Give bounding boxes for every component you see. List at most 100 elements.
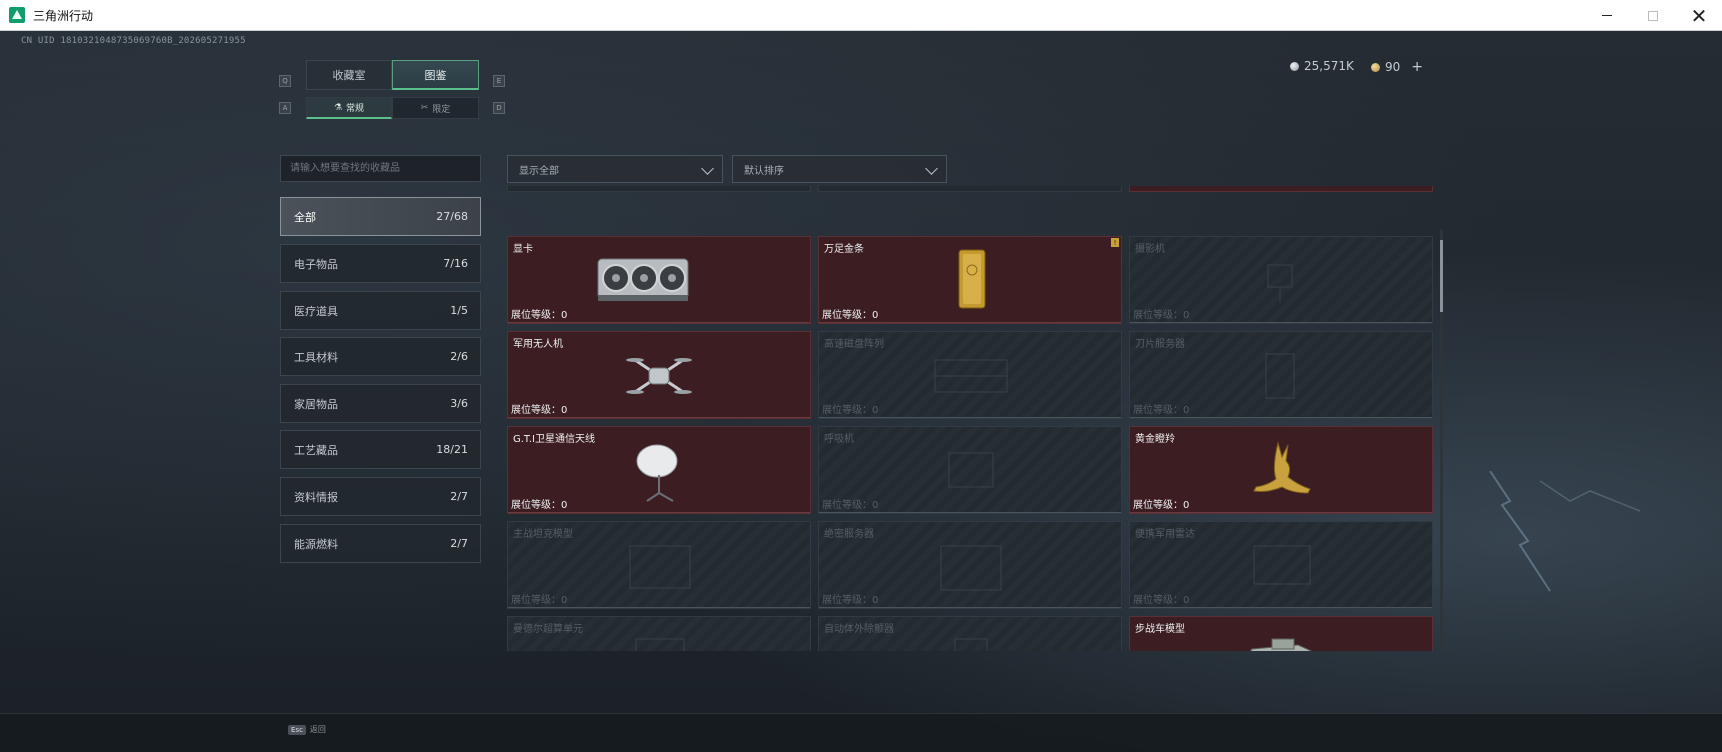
tank-model-icon xyxy=(629,545,691,589)
category-count: 7/16 xyxy=(443,257,468,270)
show-filter-dropdown[interactable]: 显示全部 xyxy=(507,155,723,183)
level-label: 展位等级： xyxy=(511,310,561,321)
item-name: G.T.I卫星通信天线 xyxy=(513,434,595,445)
back-label: 返回 xyxy=(309,725,326,734)
level-label: 展位等级： xyxy=(511,595,561,606)
item-level: 0 xyxy=(1183,595,1190,606)
satellite-dish-icon xyxy=(636,444,678,502)
card-divider xyxy=(1130,417,1432,418)
level-label: 展位等级： xyxy=(1133,405,1183,416)
limited-icon: ✂ xyxy=(420,103,429,113)
sort-dropdown[interactable]: 默认排序 xyxy=(732,155,947,183)
minimize-icon xyxy=(1602,15,1612,16)
level-label: 展位等级： xyxy=(822,310,872,321)
item-name: 呼吸机 xyxy=(824,434,854,445)
window-title: 三角洲行动 xyxy=(33,8,94,23)
item-level: 0 xyxy=(561,500,568,511)
tab-codex[interactable]: 图鉴 xyxy=(392,60,479,90)
subtab-label: 限定 xyxy=(432,104,451,115)
item-name: 军用无人机 xyxy=(513,339,563,350)
partial-card xyxy=(507,186,811,192)
item-card-ventilator[interactable]: 呼吸机 展位等级：0 xyxy=(818,426,1122,514)
level-label: 展位等级： xyxy=(822,500,872,511)
item-card-defibrillator[interactable]: 自动体外除颤器 展位等级：0 xyxy=(818,616,1122,651)
category-count: 3/6 xyxy=(450,397,468,410)
category-household[interactable]: 家居物品 3/6 xyxy=(280,384,481,423)
category-intel[interactable]: 资料情报 2/7 xyxy=(280,477,481,516)
item-name: 刀片服务器 xyxy=(1135,339,1185,350)
ifv-model-icon xyxy=(1249,638,1313,651)
close-button[interactable]: ✕ xyxy=(1676,0,1722,31)
category-electronics[interactable]: 电子物品 7/16 xyxy=(280,244,481,283)
key-hint-e: E xyxy=(493,75,505,87)
window-titlebar: 三角洲行动 ✕ xyxy=(0,0,1722,31)
item-level: 0 xyxy=(872,405,879,416)
category-label: 能源燃料 xyxy=(294,537,338,551)
card-divider xyxy=(508,607,810,608)
category-label: 家居物品 xyxy=(294,397,338,411)
subtab-regular[interactable]: ⚗ 常规 xyxy=(306,97,392,119)
search-input[interactable] xyxy=(280,155,481,182)
gold-amount: 90 xyxy=(1385,60,1401,74)
tab-collection-room[interactable]: 收藏室 xyxy=(306,60,392,90)
item-card-tank-model[interactable]: 主战坦克模型 展位等级：0 xyxy=(507,521,811,609)
item-card-supercomputer[interactable]: 曼德尔超算单元 展位等级：0 xyxy=(507,616,811,651)
item-card-drone[interactable]: 军用无人机 展位等级：0 xyxy=(507,331,811,419)
add-currency-button[interactable]: + xyxy=(1411,59,1423,75)
level-label: 展位等级： xyxy=(1133,595,1183,606)
gpu-icon xyxy=(597,258,689,301)
item-name: 显卡 xyxy=(513,244,533,255)
item-level: 0 xyxy=(872,595,879,606)
item-card-ifv-model[interactable]: 步战车模型 展位等级：0 xyxy=(1129,616,1433,651)
item-card-radar[interactable]: 便携军用雷达 展位等级：0 xyxy=(1129,521,1433,609)
maximize-icon xyxy=(1648,10,1658,21)
minimize-button[interactable] xyxy=(1584,0,1630,31)
subtab-label: 常规 xyxy=(346,104,365,114)
card-divider xyxy=(508,322,810,323)
game-viewport: CN UID 1810321048735069760B_202605271955… xyxy=(0,31,1722,752)
item-card-server[interactable]: 绝密服务器 展位等级：0 xyxy=(818,521,1122,609)
item-card-satellite-antenna[interactable]: G.T.I卫星通信天线 展位等级：0 xyxy=(507,426,811,514)
app-logo-icon xyxy=(9,7,25,23)
level-label: 展位等级： xyxy=(511,405,561,416)
category-crafts[interactable]: 工艺藏品 18/21 xyxy=(280,430,481,469)
category-medical[interactable]: 医疗道具 1/5 xyxy=(280,291,481,330)
silver-amount: 25,571K xyxy=(1304,59,1354,73)
golden-gazelle-icon xyxy=(1253,441,1311,494)
category-tools[interactable]: 工具材料 2/6 xyxy=(280,337,481,376)
level-label: 展位等级： xyxy=(822,405,872,416)
item-level: 0 xyxy=(561,310,568,321)
item-level: 0 xyxy=(872,500,879,511)
item-name: 摄影机 xyxy=(1135,244,1165,255)
drone-icon xyxy=(626,358,692,394)
item-card-golden-gazelle[interactable]: 黄金瞪羚 展位等级：0 xyxy=(1129,426,1433,514)
item-card-gpu[interactable]: 显卡 展位等级：0 xyxy=(507,236,811,324)
sort-value: 默认排序 xyxy=(744,165,784,177)
category-label: 医疗道具 xyxy=(294,304,338,318)
key-hint-d: D xyxy=(493,102,505,114)
category-count: 18/21 xyxy=(436,443,468,456)
item-card-gold-bar[interactable]: 万足金条 ! 展位等级：0 xyxy=(818,236,1122,324)
key-hint-a: A xyxy=(279,102,291,114)
subtab-limited[interactable]: ✂ 限定 xyxy=(392,97,479,119)
partial-card xyxy=(1129,186,1433,192)
level-label: 展位等级： xyxy=(511,500,561,511)
category-all[interactable]: 全部 27/68 xyxy=(280,197,481,236)
item-card-disk-array[interactable]: 高速磁盘阵列 展位等级：0 xyxy=(818,331,1122,419)
blade-server-icon xyxy=(1265,353,1295,399)
category-energy[interactable]: 能源燃料 2/7 xyxy=(280,524,481,563)
back-button[interactable]: Esc 返回 xyxy=(288,724,326,735)
category-count: 2/6 xyxy=(450,350,468,363)
item-card-blade-server[interactable]: 刀片服务器 展位等级：0 xyxy=(1129,331,1433,419)
scrollbar-thumb[interactable] xyxy=(1440,240,1443,312)
item-name: 高速磁盘阵列 xyxy=(824,339,884,350)
maximize-button[interactable] xyxy=(1630,0,1676,31)
card-divider xyxy=(508,417,810,418)
item-name: 自动体外除颤器 xyxy=(824,624,894,635)
item-card-camera[interactable]: 摄影机 展位等级：0 xyxy=(1129,236,1433,324)
item-level: 0 xyxy=(561,405,568,416)
chevron-down-icon xyxy=(701,162,714,175)
card-divider xyxy=(819,607,1121,608)
defibrillator-icon xyxy=(954,638,988,651)
card-divider xyxy=(508,512,810,513)
